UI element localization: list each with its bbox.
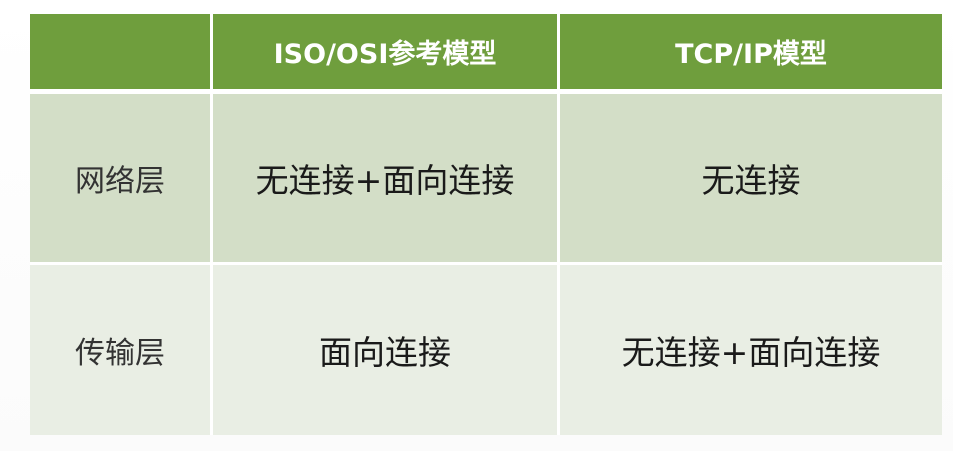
cell-network-osi: 无连接+面向连接 (213, 94, 560, 265)
table-body: 网络层 无连接+面向连接 无连接 传输层 面向连接 无连接+面向连接 (30, 94, 942, 435)
layer-label-transport: 传输层 (30, 265, 213, 435)
header-osi-model: ISO/OSI参考模型 (213, 14, 560, 94)
header-tcpip-model: TCP/IP模型 (560, 14, 942, 94)
layer-label-network: 网络层 (30, 94, 213, 265)
table-row-transport-layer: 传输层 面向连接 无连接+面向连接 (30, 265, 942, 435)
slide-canvas: ISO/OSI参考模型 TCP/IP模型 网络层 无连接+面向连接 无连接 传输… (0, 0, 953, 451)
table-row-network-layer: 网络层 无连接+面向连接 无连接 (30, 94, 942, 265)
cell-network-tcpip: 无连接 (560, 94, 942, 265)
header-row: ISO/OSI参考模型 TCP/IP模型 (30, 14, 942, 94)
table-header: ISO/OSI参考模型 TCP/IP模型 (30, 14, 942, 94)
header-corner-cell (30, 14, 213, 94)
model-comparison-table: ISO/OSI参考模型 TCP/IP模型 网络层 无连接+面向连接 无连接 传输… (30, 14, 942, 435)
cell-transport-tcpip: 无连接+面向连接 (560, 265, 942, 435)
cell-transport-osi: 面向连接 (213, 265, 560, 435)
